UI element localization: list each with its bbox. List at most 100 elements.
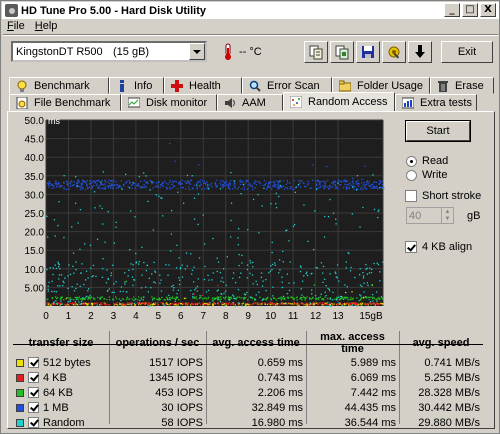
data-point	[115, 296, 117, 298]
data-point	[319, 187, 321, 189]
data-point	[314, 180, 317, 182]
data-point	[242, 180, 244, 183]
read-radio[interactable]: Read	[406, 155, 448, 167]
data-point	[265, 182, 267, 184]
data-point	[246, 264, 249, 266]
data-point	[377, 297, 379, 299]
menu-file[interactable]: File	[7, 20, 25, 34]
data-point	[252, 261, 254, 263]
data-point	[243, 188, 245, 191]
data-point	[96, 296, 99, 299]
data-point	[327, 179, 329, 182]
data-point	[178, 283, 181, 286]
data-point	[366, 181, 368, 183]
tab-health[interactable]: Health	[164, 77, 242, 94]
chevron-down-icon[interactable]	[189, 43, 205, 60]
series-checkbox[interactable]	[28, 371, 39, 383]
data-point	[70, 180, 72, 182]
exit-button[interactable]: Exit	[441, 41, 493, 63]
data-point	[75, 298, 78, 300]
short-stroke-stepper[interactable]: 40 ▲ ▼	[406, 207, 454, 224]
tab-random-access[interactable]: Random Access	[283, 92, 395, 111]
data-point	[101, 296, 103, 298]
data-point	[238, 303, 240, 305]
data-point	[110, 187, 112, 189]
close-button[interactable]: X	[480, 3, 496, 17]
series-checkbox[interactable]	[28, 356, 39, 368]
data-point	[286, 273, 288, 275]
data-point	[110, 180, 112, 182]
series-checkbox[interactable]	[28, 386, 39, 398]
data-point	[199, 295, 201, 297]
data-point	[163, 304, 166, 306]
tab-erase[interactable]: Erase	[430, 77, 494, 94]
tab-file-benchmark[interactable]: File Benchmark	[9, 94, 121, 111]
data-point	[378, 299, 381, 301]
data-point	[278, 185, 280, 187]
series-color-swatch	[16, 388, 24, 397]
options-button[interactable]	[382, 41, 406, 63]
data-point	[167, 187, 169, 189]
data-point	[246, 277, 249, 279]
data-point	[65, 180, 67, 183]
data-point	[171, 296, 174, 298]
data-point	[310, 187, 313, 189]
data-point	[175, 267, 178, 269]
data-point	[277, 297, 279, 299]
data-point	[168, 264, 170, 266]
data-point	[48, 303, 50, 305]
data-point	[170, 250, 172, 252]
data-point	[262, 184, 264, 187]
data-point	[364, 305, 366, 307]
y-tick-label: 40.0	[25, 153, 45, 164]
save-button[interactable]	[356, 41, 380, 63]
data-point	[258, 291, 260, 293]
tab-info[interactable]: Info	[109, 77, 164, 94]
short-stroke-checkbox[interactable]: Short stroke	[405, 190, 481, 202]
data-point	[330, 186, 332, 188]
stepper-buttons[interactable]: ▲ ▼	[441, 208, 453, 223]
data-point	[189, 183, 192, 185]
tab-benchmark[interactable]: Benchmark	[9, 77, 109, 94]
series-checkbox[interactable]	[28, 416, 39, 428]
copy-info-button[interactable]	[304, 41, 328, 63]
data-point	[134, 186, 136, 188]
random-access-chart: 50.0 45.0 40.0 35.0 30.0 25.0 20.0 15.0 10.0 5.00…	[25, 116, 385, 322]
tab-aam[interactable]: AAM	[217, 94, 283, 111]
stepper-down-icon[interactable]: ▼	[442, 216, 453, 224]
data-point	[349, 270, 352, 272]
download-button[interactable]	[408, 41, 432, 63]
align-4kb-checkbox[interactable]: 4 KB align	[405, 241, 472, 253]
maximize-button[interactable]: □	[462, 3, 478, 17]
data-point	[286, 180, 288, 182]
data-point	[77, 222, 79, 224]
drive-select[interactable]: KingstonDT R500 (15 gB)	[11, 41, 207, 62]
data-point	[340, 296, 343, 298]
title-bar[interactable]: HD Tune Pro 5.00 - Hard Disk Utility _ □…	[2, 2, 499, 19]
data-point	[160, 184, 162, 186]
tab-extra-tests[interactable]: Extra tests	[395, 94, 477, 111]
data-point	[72, 252, 75, 254]
tab-disk-monitor[interactable]: Disk monitor	[121, 94, 217, 111]
start-button[interactable]: Start	[406, 121, 470, 141]
write-radio[interactable]: Write	[406, 169, 447, 181]
data-point	[363, 297, 365, 300]
menu-help[interactable]: Help	[35, 20, 58, 34]
copy-screen-button[interactable]	[330, 41, 354, 63]
data-point	[313, 284, 315, 286]
stepper-up-icon[interactable]: ▲	[442, 208, 453, 216]
data-point	[145, 175, 147, 177]
series-checkbox[interactable]	[28, 401, 39, 413]
data-point	[285, 183, 287, 185]
data-point	[246, 303, 248, 305]
transfer-size-cell: 64 KB	[13, 385, 109, 400]
data-point	[351, 291, 353, 293]
data-point	[94, 298, 96, 300]
data-point	[138, 263, 140, 265]
data-point	[91, 276, 93, 278]
minimize-button[interactable]: _	[444, 3, 460, 17]
data-point	[203, 278, 206, 281]
data-point	[76, 182, 79, 184]
data-point	[121, 188, 123, 190]
data-point	[128, 298, 131, 300]
